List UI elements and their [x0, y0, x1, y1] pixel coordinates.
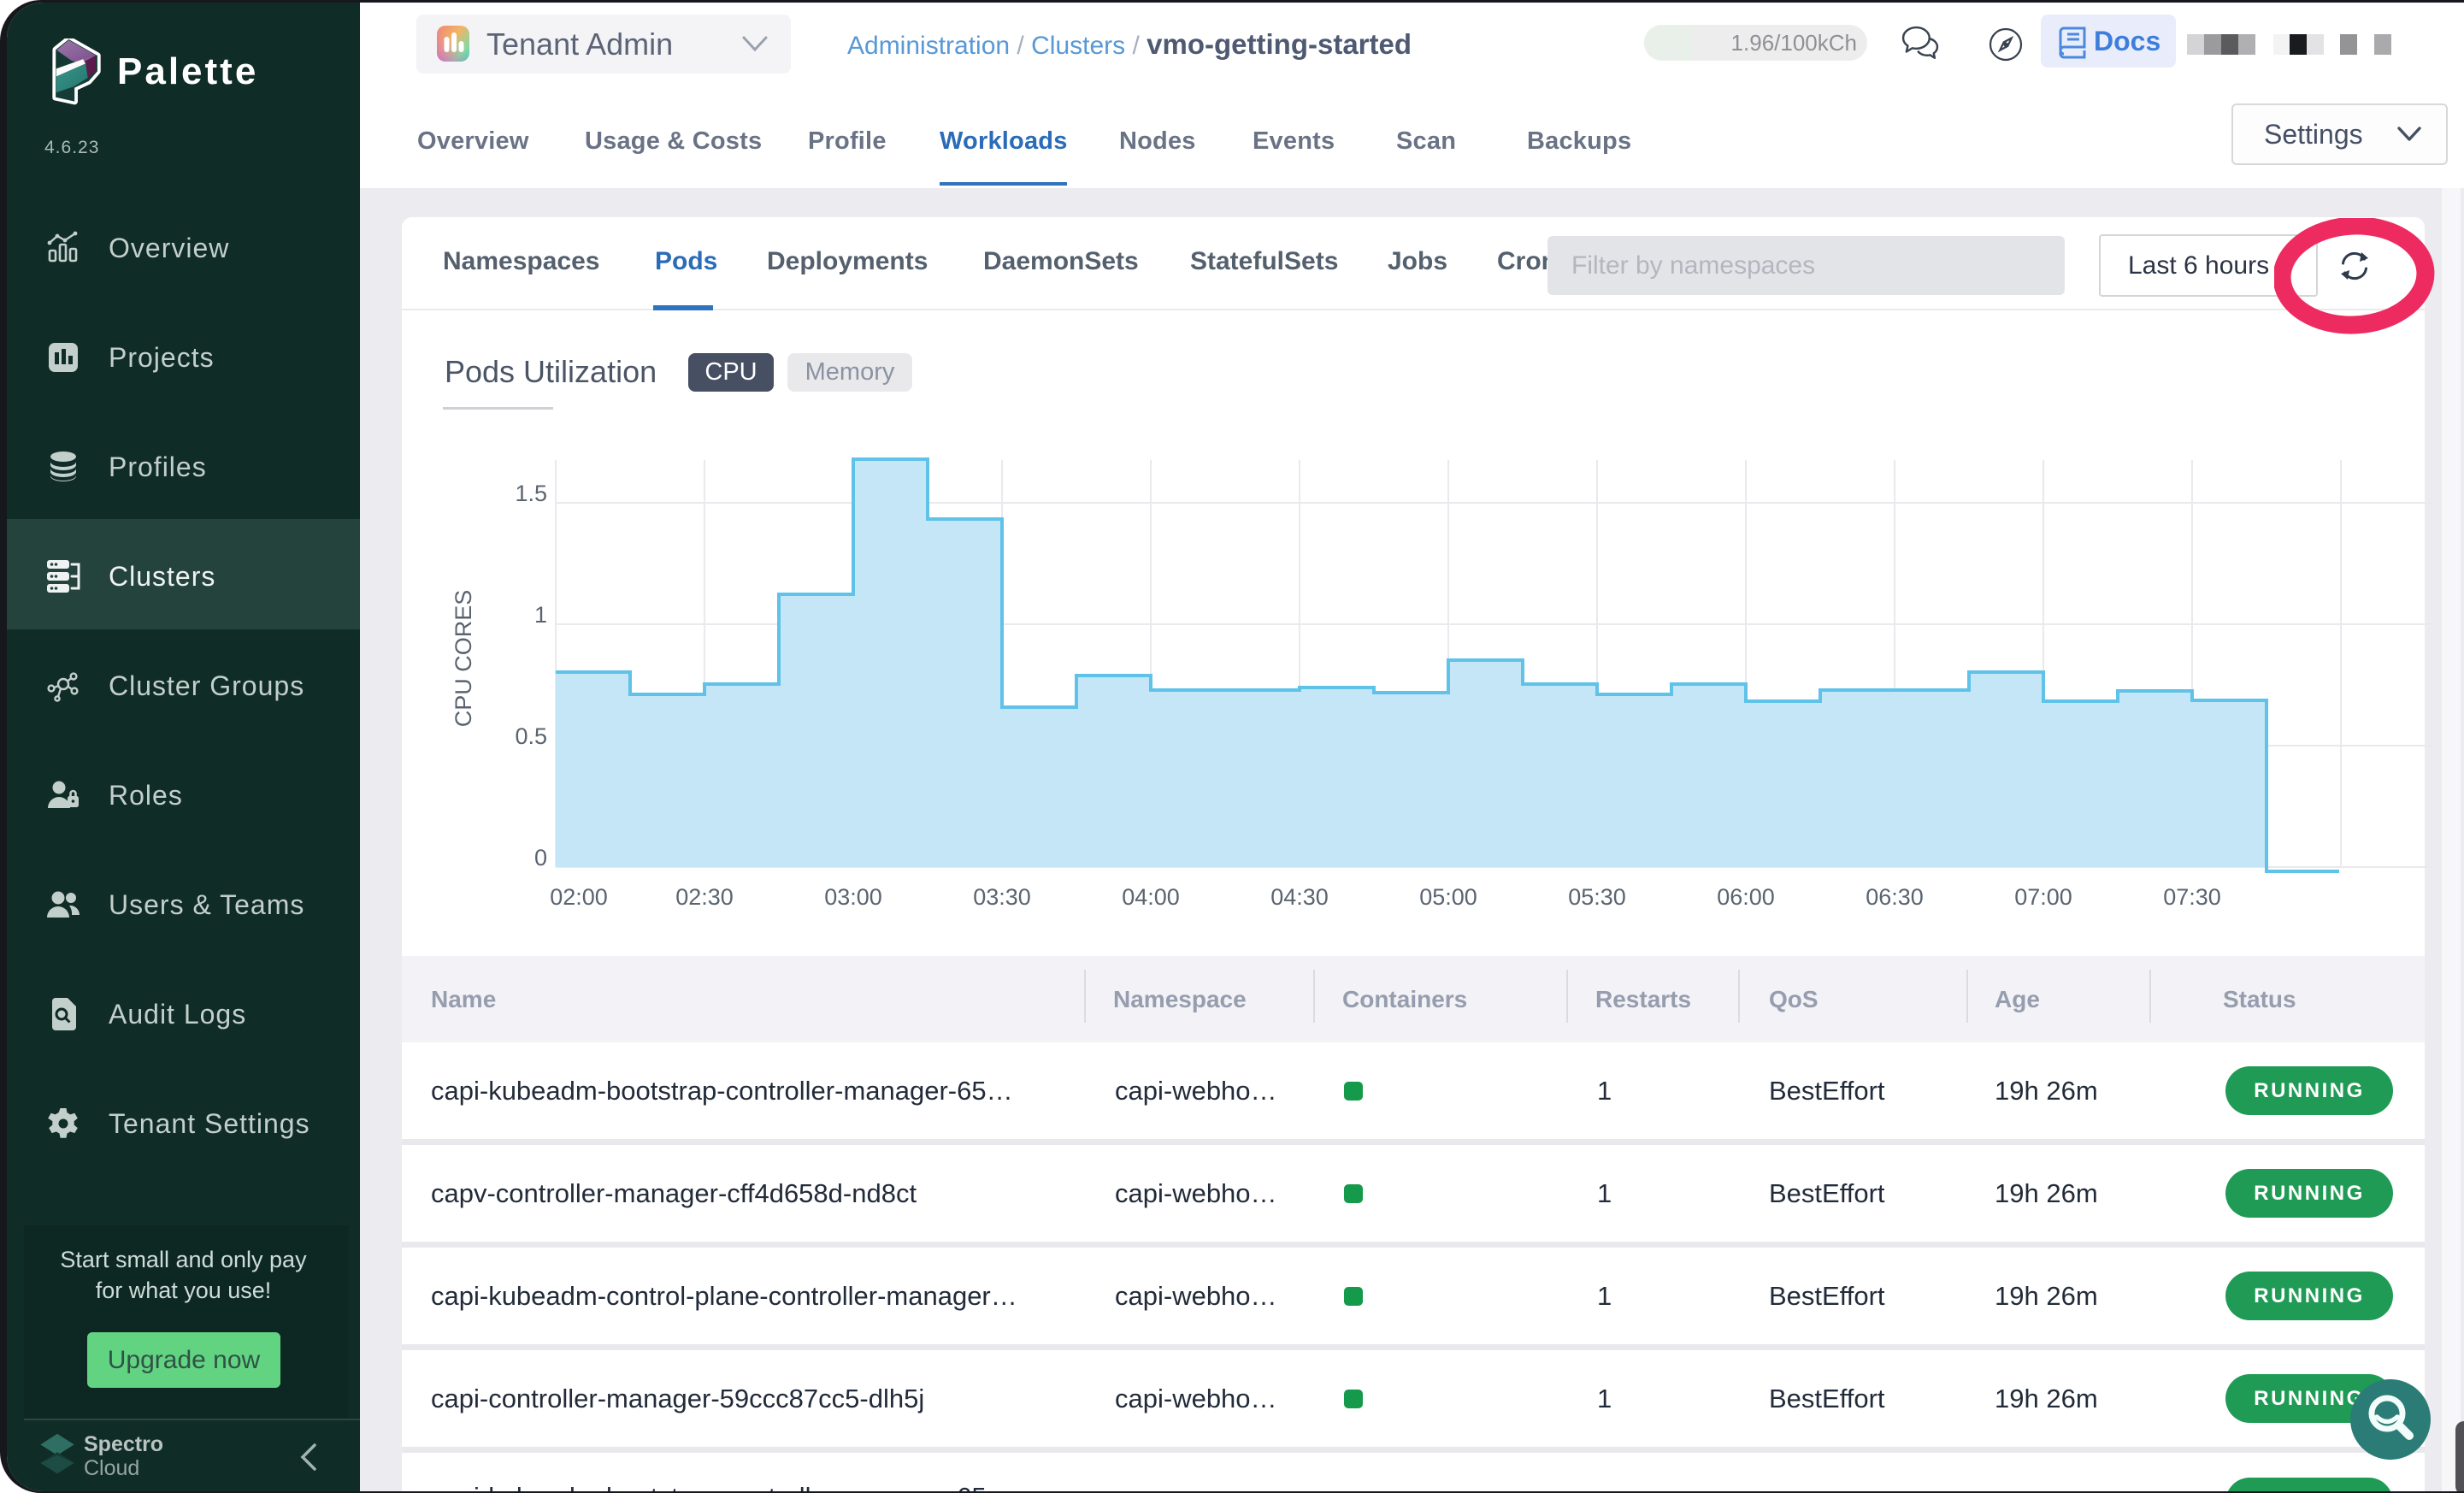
- svg-text:0.5: 0.5: [515, 723, 547, 749]
- svg-text:04:00: 04:00: [1122, 884, 1180, 910]
- svg-text:CPU CORES: CPU CORES: [451, 590, 476, 728]
- svg-text:06:00: 06:00: [1717, 884, 1775, 910]
- svg-text:07:30: 07:30: [2163, 884, 2221, 910]
- svg-text:02:00: 02:00: [550, 884, 608, 910]
- svg-text:0: 0: [534, 845, 547, 870]
- svg-text:02:30: 02:30: [675, 884, 734, 910]
- svg-text:03:00: 03:00: [824, 884, 882, 910]
- svg-text:04:30: 04:30: [1270, 884, 1329, 910]
- svg-text:1: 1: [534, 602, 547, 628]
- svg-text:05:30: 05:30: [1568, 884, 1626, 910]
- svg-text:03:30: 03:30: [973, 884, 1031, 910]
- svg-text:1.5: 1.5: [515, 481, 547, 506]
- svg-text:06:30: 06:30: [1866, 884, 1924, 910]
- svg-text:05:00: 05:00: [1419, 884, 1477, 910]
- svg-text:07:00: 07:00: [2014, 884, 2072, 910]
